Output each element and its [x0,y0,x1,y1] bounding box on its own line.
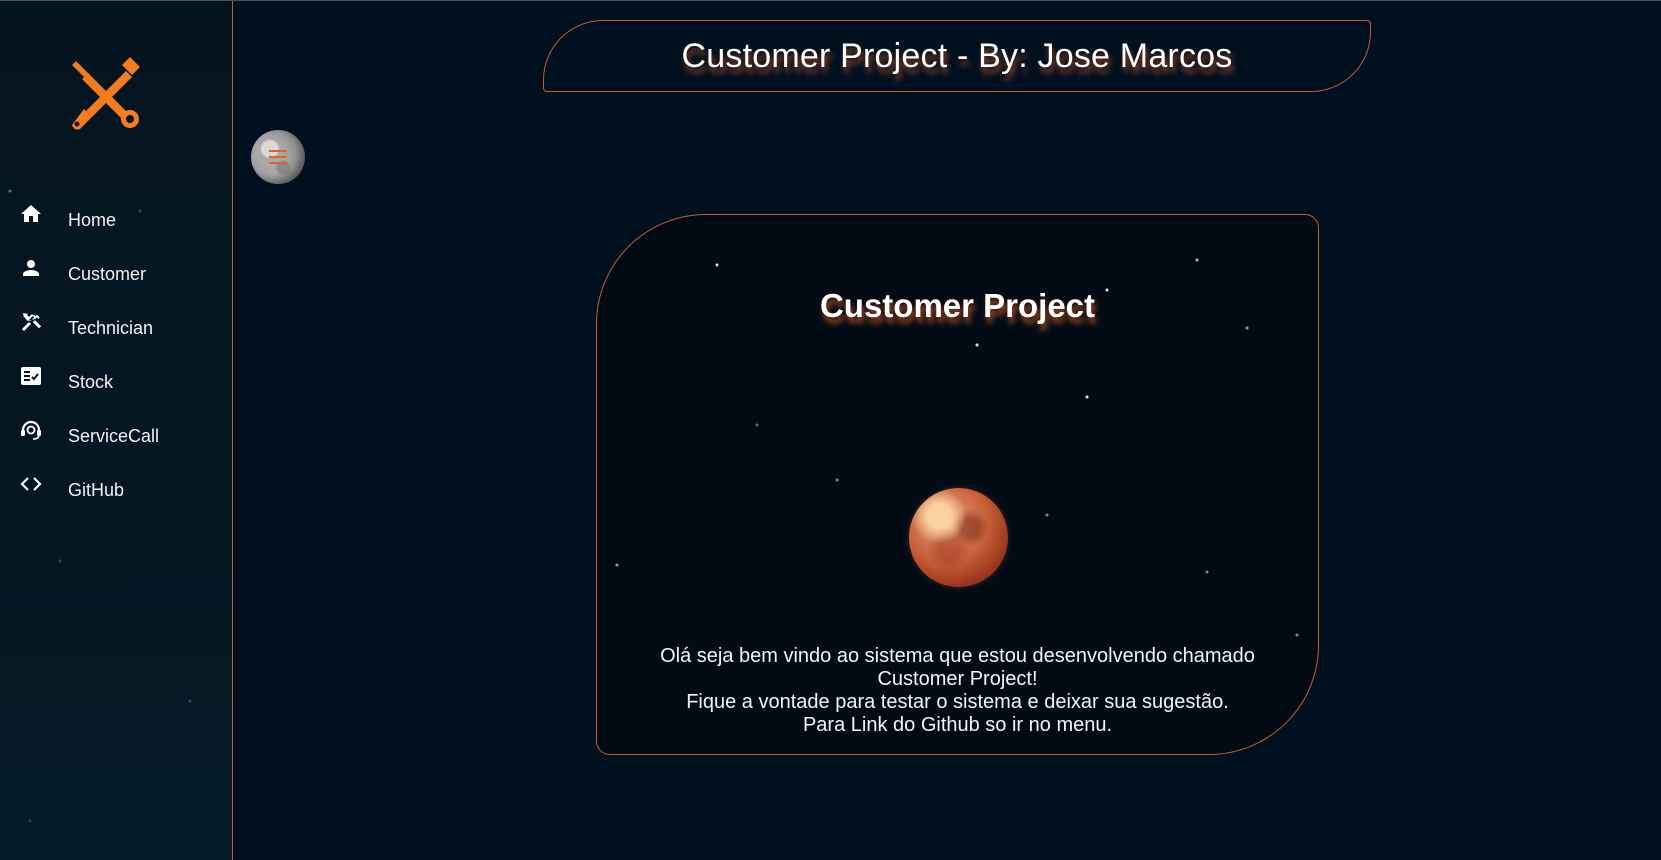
sidebar-item-label: GitHub [68,480,125,500]
sidebar-item-home[interactable]: Home [0,196,232,250]
welcome-text-line: Fique a vontade para testar o sistema e … [686,691,1229,713]
welcome-text: Olá seja bem vindo ao sistema que estou … [617,645,1298,737]
sidebar-item-servicecall[interactable]: ServiceCall [0,412,232,466]
sidebar-nav: Home Customer Technician Stock ServiceCa… [0,196,232,520]
card-title: Customer Project [819,287,1096,325]
page-title: Customer Project - By: Jose Marcos [681,36,1233,75]
sidebar-item-label: Stock [68,372,114,392]
blood-moon-image [909,488,1008,587]
sidebar-item-label: Technician [68,318,154,338]
welcome-text-line: Olá seja bem vindo ao sistema que estou … [660,645,1255,667]
welcome-text-line: Customer Project! [877,668,1038,690]
tools-icon [19,310,43,334]
sidebar-item-technician[interactable]: Technician [0,304,232,358]
hamburger-icon [269,150,287,164]
sidebar: Home Customer Technician Stock ServiceCa… [0,1,233,860]
checklist-icon [19,364,43,388]
home-icon [19,202,43,226]
sidebar-item-label: Customer [68,264,147,284]
support-agent-icon [19,418,43,442]
welcome-text-line: Para Link do Github so ir no menu. [802,714,1113,736]
welcome-card: Customer Project Olá seja bem vindo ao s… [596,214,1319,755]
sidebar-item-customer[interactable]: Customer [0,250,232,304]
page: Home Customer Technician Stock ServiceCa… [0,0,1661,860]
menu-toggle-button[interactable] [251,130,305,184]
page-header: Customer Project - By: Jose Marcos [543,20,1371,92]
tools-logo-icon[interactable] [68,53,148,133]
person-icon [19,256,43,280]
sidebar-item-github[interactable]: GitHub [0,466,232,520]
sidebar-item-label: Home [68,210,117,230]
sidebar-item-stock[interactable]: Stock [0,358,232,412]
code-icon [19,472,43,496]
sidebar-item-label: ServiceCall [68,426,160,446]
